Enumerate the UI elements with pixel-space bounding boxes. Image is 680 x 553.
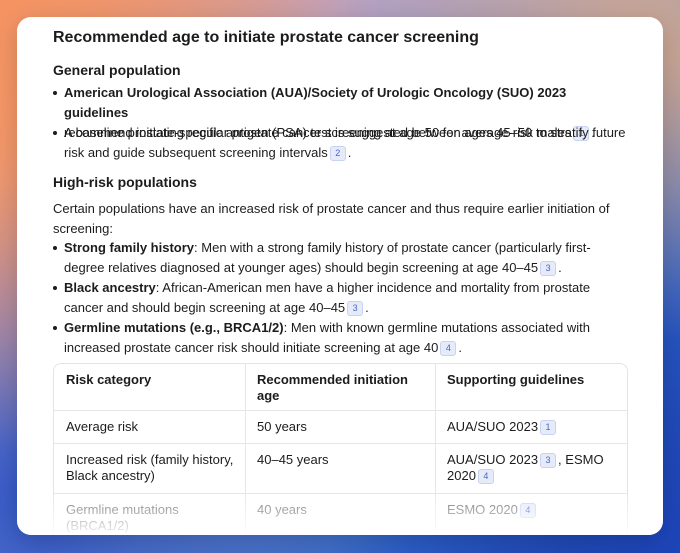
table-cell: 50 years bbox=[257, 419, 307, 434]
bullet-text: : Men with known germline mutations asso… bbox=[283, 320, 590, 335]
table-row: Increased risk (family history, Black an… bbox=[54, 444, 627, 494]
bullet-text: degree relatives diagnosed at younger ag… bbox=[64, 260, 539, 275]
table-row: Average risk 50 years AUA/SUO 2023 1 bbox=[54, 411, 627, 444]
citation-badge[interactable]: 4 bbox=[440, 341, 457, 356]
list-item: Black ancestry: African-American men hav… bbox=[53, 278, 631, 318]
intro-paragraph: Certain populations have an increased ri… bbox=[53, 199, 631, 239]
risk-table: Risk category Recommended initiation age… bbox=[53, 363, 628, 535]
table-cell: Increased risk (family history, Black an… bbox=[66, 452, 234, 483]
bullet-text: : African-American men have a higher inc… bbox=[155, 280, 591, 295]
bullet-dot bbox=[53, 246, 57, 250]
table-cell: AUA/SUO 2023 1 bbox=[447, 419, 619, 435]
list-item: A baseline prostate-specific antigen (PS… bbox=[53, 123, 631, 163]
bullet-bold-text: Black ancestry bbox=[64, 280, 156, 295]
section-heading-highrisk: High-risk populations bbox=[53, 174, 197, 190]
bullet-text: : Men with a strong family history of pr… bbox=[194, 240, 591, 255]
answer-card: Recommended age to initiate prostate can… bbox=[17, 17, 663, 535]
bullet-end: . bbox=[458, 340, 462, 355]
bullet-dot bbox=[53, 326, 57, 330]
column-header: Recommended initiation age bbox=[257, 372, 408, 403]
table-cell: 40–45 years bbox=[257, 452, 329, 467]
table-cell: Germline mutations (BRCA1/2) bbox=[66, 502, 179, 533]
guideline-text: ESMO 2020 bbox=[447, 502, 518, 517]
bullet-text: increased prostate cancer risk should in… bbox=[64, 340, 439, 355]
list-item: Strong family history: Men with a strong… bbox=[53, 238, 631, 278]
table-header-row: Risk category Recommended initiation age… bbox=[54, 364, 627, 411]
citation-badge[interactable]: 3 bbox=[540, 453, 557, 468]
guideline-text: AUA/SUO 2023 bbox=[447, 452, 539, 467]
bullet-text: A baseline prostate-specific antigen (PS… bbox=[64, 125, 626, 140]
bullet-bold-text: Germline mutations (e.g., BRCA1/2) bbox=[64, 320, 284, 335]
bullet-end: . bbox=[558, 260, 562, 275]
citation-badge[interactable]: 3 bbox=[540, 261, 557, 276]
bullet-bold-text: American Urological Association (AUA)/So… bbox=[64, 85, 567, 120]
intro-line: screening: bbox=[53, 221, 113, 236]
bullet-text: risk and guide subsequent screening inte… bbox=[64, 145, 328, 160]
table-row: Germline mutations (BRCA1/2) 40 years ES… bbox=[54, 494, 627, 535]
list-item: Germline mutations (e.g., BRCA1/2): Men … bbox=[53, 318, 631, 358]
bullet-dot bbox=[53, 131, 57, 135]
table-cell: Average risk bbox=[66, 419, 139, 434]
citation-badge[interactable]: 4 bbox=[477, 469, 494, 484]
section-heading-general: General population bbox=[53, 62, 181, 78]
citation-badge[interactable]: 4 bbox=[519, 503, 536, 518]
bullet-dot bbox=[53, 91, 57, 95]
bullet-dot bbox=[53, 286, 57, 290]
bullet-end: . bbox=[347, 145, 352, 160]
bullet-end: . bbox=[365, 300, 369, 315]
citation-badge[interactable]: 2 bbox=[329, 146, 346, 161]
citation-badge[interactable]: 1 bbox=[540, 420, 557, 435]
table-cell: 40 years bbox=[257, 502, 307, 517]
column-header: Risk category bbox=[66, 372, 152, 387]
page-title: Recommended age to initiate prostate can… bbox=[53, 29, 479, 46]
bullet-bold-text: Strong family history bbox=[64, 240, 195, 255]
table-cell: ESMO 2020 4 bbox=[447, 502, 619, 518]
intro-line: Certain populations have an increased ri… bbox=[53, 201, 610, 216]
column-header: Supporting guidelines bbox=[447, 372, 585, 387]
table-cell: AUA/SUO 2023 3, ESMO 2020 4 bbox=[447, 452, 622, 484]
citation-badge[interactable]: 3 bbox=[347, 301, 364, 316]
guideline-text: AUA/SUO 2023 bbox=[447, 419, 539, 434]
bullet-text: cancer and should begin screening at age… bbox=[64, 300, 346, 315]
